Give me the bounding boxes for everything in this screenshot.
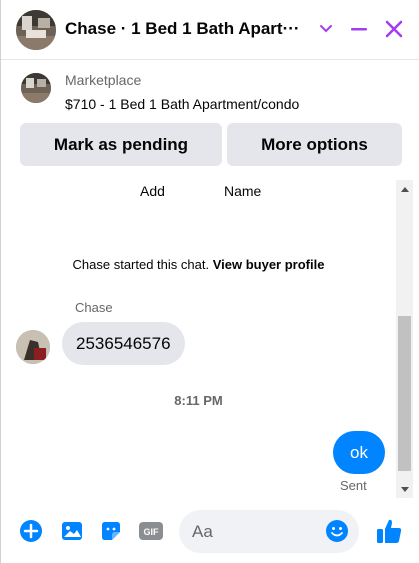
- scrollbar-thumb[interactable]: [398, 316, 411, 471]
- listing-avatar[interactable]: [16, 10, 56, 50]
- listing-thumbnail[interactable]: [21, 73, 51, 103]
- photo-icon[interactable]: [59, 518, 85, 544]
- close-icon: [385, 20, 403, 38]
- add-label: Add: [140, 183, 165, 199]
- close-button[interactable]: [379, 14, 409, 44]
- gif-label: GIF: [144, 527, 160, 537]
- chat-window: Chase · 1 Bed 1 Bath Apart··· Marketplac…: [0, 0, 419, 563]
- minimize-button[interactable]: [344, 14, 374, 44]
- chat-title[interactable]: Chase · 1 Bed 1 Bath Apart···: [65, 19, 305, 39]
- incoming-message[interactable]: 2536546576: [62, 322, 185, 365]
- composer: GIF: [1, 498, 419, 563]
- thumbs-up-icon[interactable]: [373, 515, 405, 547]
- more-options-button[interactable]: More options: [227, 123, 402, 166]
- chat-started-text: Chase started this chat.: [72, 257, 210, 272]
- marketplace-card: Marketplace $710 - 1 Bed 1 Bath Apartmen…: [1, 60, 419, 180]
- sender-name: Chase: [75, 300, 113, 315]
- scroll-down-arrow-icon[interactable]: [396, 481, 413, 498]
- sent-status: Sent: [340, 478, 367, 493]
- chat-header: Chase · 1 Bed 1 Bath Apart···: [1, 0, 419, 60]
- sender-avatar[interactable]: [16, 330, 50, 364]
- outgoing-message[interactable]: ok: [333, 431, 385, 474]
- plus-icon[interactable]: [18, 518, 44, 544]
- scroll-up-arrow-icon[interactable]: [396, 180, 413, 197]
- message-list: Add Name Chase started this chat. View b…: [1, 180, 396, 498]
- gif-icon[interactable]: GIF: [138, 518, 164, 544]
- scrollbar[interactable]: [396, 180, 413, 498]
- mark-as-pending-button[interactable]: Mark as pending: [20, 123, 222, 166]
- chat-started-notice: Chase started this chat. View buyer prof…: [1, 257, 396, 272]
- message-timestamp: 8:11 PM: [174, 393, 223, 408]
- compose-box[interactable]: [179, 510, 359, 553]
- name-label: Name: [224, 183, 262, 199]
- view-buyer-profile-link[interactable]: View buyer profile: [213, 257, 325, 272]
- emoji-icon[interactable]: [325, 519, 349, 543]
- marketplace-label: Marketplace: [65, 72, 142, 88]
- chevron-down-icon[interactable]: [311, 14, 341, 44]
- message-input[interactable]: [192, 510, 322, 553]
- sticker-icon[interactable]: [98, 518, 124, 544]
- listing-title[interactable]: $710 - 1 Bed 1 Bath Apartment/condo: [65, 96, 299, 112]
- minimize-icon: [351, 28, 367, 31]
